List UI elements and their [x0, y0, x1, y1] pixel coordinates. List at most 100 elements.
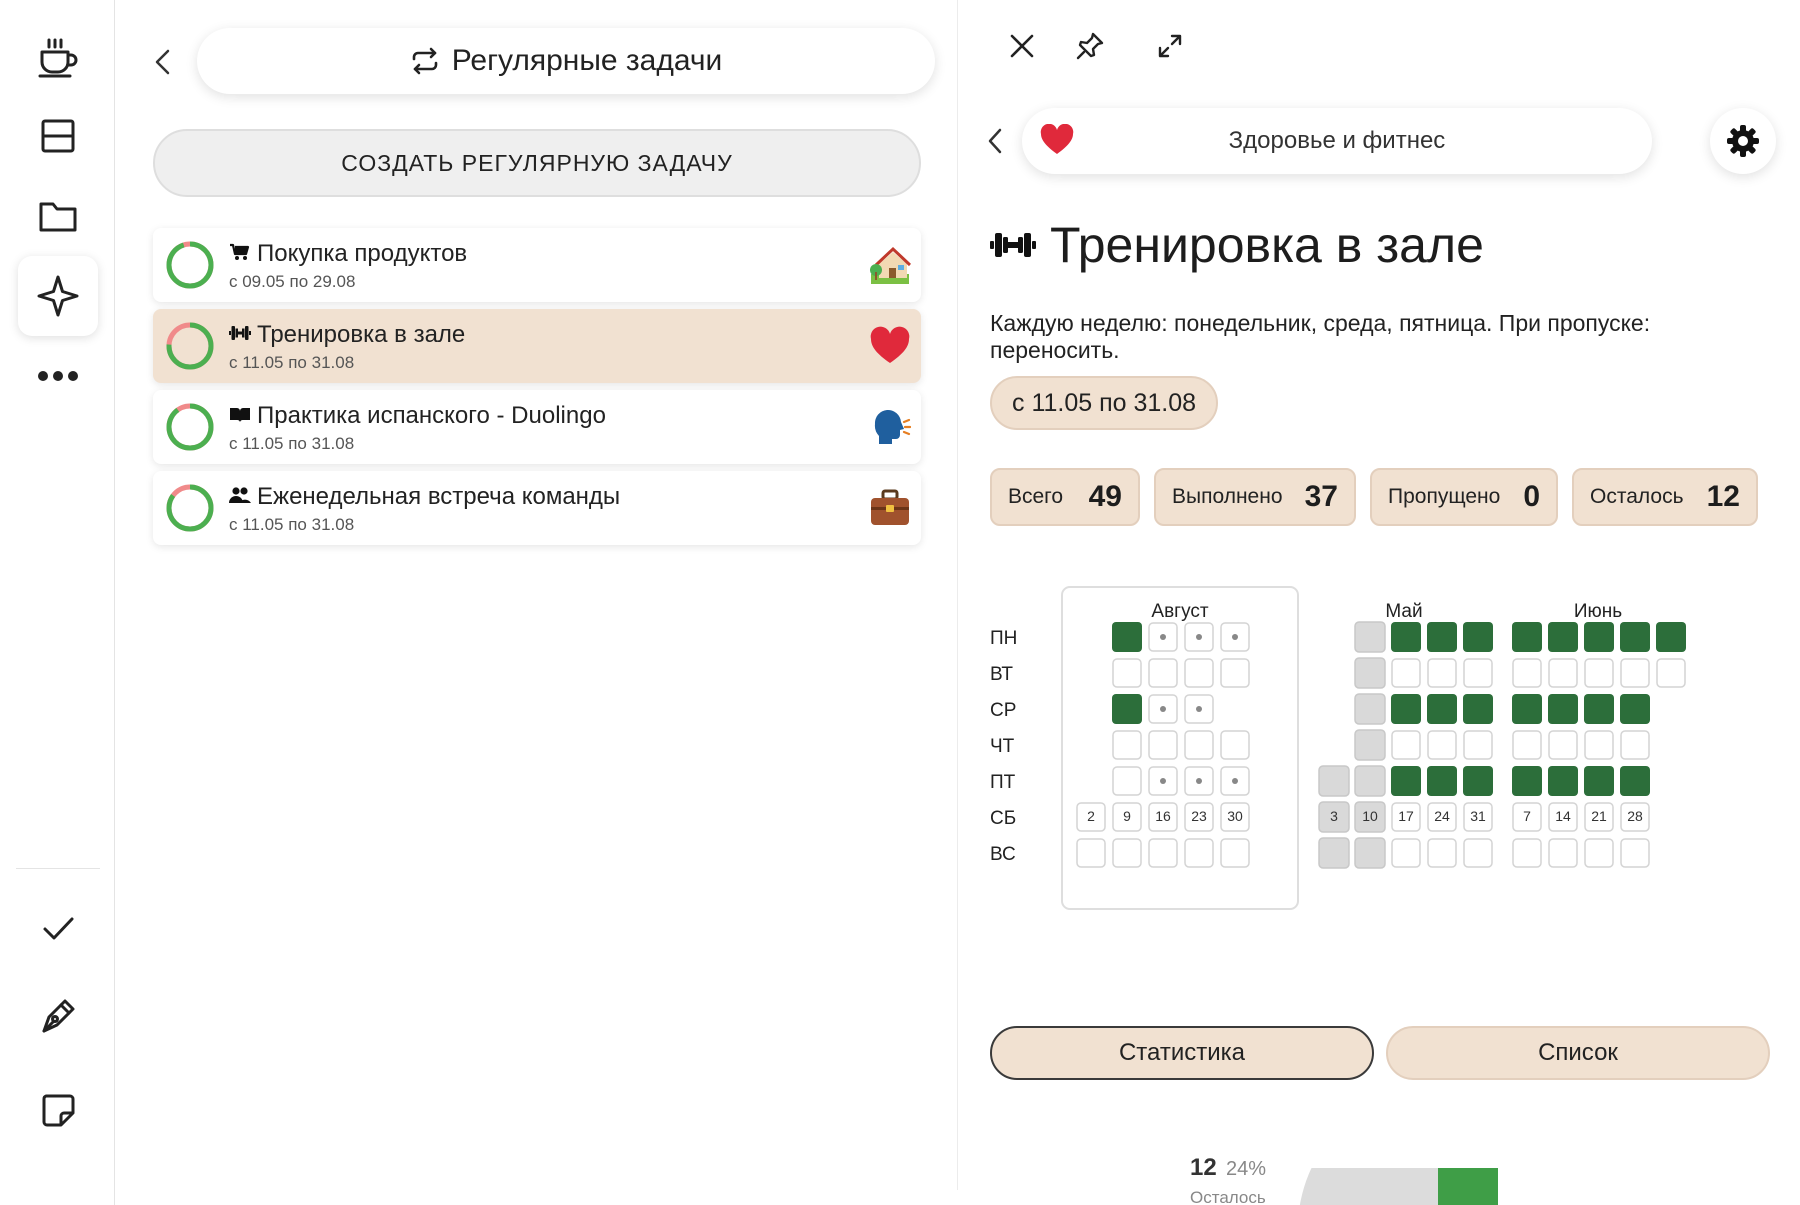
speaking-head-emoji-icon: [874, 409, 911, 444]
more-icon: [38, 371, 78, 381]
expand-button[interactable]: [1152, 28, 1188, 64]
day-cell-empty: [1548, 838, 1578, 868]
planned-dot: [1196, 634, 1202, 640]
repeat-icon: [412, 47, 437, 75]
rail-coffee-button[interactable]: [18, 18, 98, 98]
day-cell-past: [1318, 837, 1350, 869]
task-name-text: Покупка продуктов: [257, 240, 468, 267]
month-label: Май: [1385, 601, 1422, 622]
weekday-label: ЧТ: [990, 736, 1015, 757]
day-cell-done: [1427, 694, 1457, 724]
weekday-label: ВТ: [990, 664, 1013, 685]
day-cell-empty: [1391, 730, 1421, 760]
stat-label: Всего: [1008, 485, 1064, 508]
detail-back-button[interactable]: [980, 124, 1010, 158]
planned-dot: [1196, 778, 1202, 784]
progress-ring-icon: [166, 403, 214, 451]
back-button[interactable]: [143, 42, 183, 82]
week-label: 14: [1555, 808, 1571, 824]
navigation-rail: [0, 0, 115, 1205]
week-label: 2: [1087, 808, 1095, 824]
stat-skipped: Пропущено 0: [1370, 468, 1558, 526]
stat-completed: Выполнено 37: [1154, 468, 1356, 526]
list-button[interactable]: Список: [1386, 1026, 1770, 1080]
task-title-text: Тренировка в зале: [1050, 217, 1484, 273]
day-cell-done: [1620, 766, 1650, 796]
task-dates: с 11.05 по 31.08: [229, 353, 355, 372]
day-cell-done: [1112, 622, 1142, 652]
settings-button[interactable]: [1710, 108, 1776, 174]
task-name: Покупка продуктов: [229, 240, 467, 268]
stat-value: 12: [1706, 480, 1740, 513]
task-card[interactable]: Практика испанского - Duolingo с 11.05 по…: [153, 390, 921, 464]
planned-dot: [1232, 634, 1238, 640]
weekday-label: СР: [990, 700, 1016, 721]
day-cell-done: [1548, 766, 1578, 796]
week-label: 7: [1523, 808, 1531, 824]
stat-total: Всего 49: [990, 468, 1140, 526]
stat-label: Пропущено: [1388, 485, 1501, 508]
day-cell-done: [1548, 694, 1578, 724]
day-cell-done: [1548, 622, 1578, 652]
progress-ring-icon: [166, 241, 214, 289]
task-dates: с 09.05 по 29.08: [229, 272, 356, 291]
task-dates: с 11.05 по 31.08: [229, 434, 355, 453]
rail-pen-button[interactable]: [18, 976, 98, 1056]
rail-folder-button[interactable]: [18, 176, 98, 256]
chevron-left-icon: [988, 128, 1002, 154]
expand-icon: [1158, 34, 1182, 58]
stat-label: Осталось: [1590, 485, 1684, 508]
day-cell-empty: [1548, 730, 1578, 760]
day-cell-past: [1318, 765, 1350, 797]
page-title: Регулярные задачи: [451, 44, 723, 77]
week-label: 3: [1330, 808, 1338, 824]
rail-layout-button[interactable]: [18, 96, 98, 176]
month-label: Август: [1151, 601, 1208, 622]
create-regular-task-button[interactable]: СОЗДАТЬ РЕГУЛЯРНУЮ ЗАДАЧУ: [153, 129, 921, 197]
day-cell-empty: [1584, 730, 1614, 760]
close-button[interactable]: [1004, 28, 1040, 64]
task-name: Еженедельная встреча команды: [229, 483, 620, 511]
statistics-button[interactable]: Статистика: [990, 1026, 1374, 1080]
task-card[interactable]: Покупка продуктов с 09.05 по 29.08: [153, 228, 921, 302]
category-name: Здоровье и фитнес: [1228, 127, 1446, 154]
day-cell-empty: [1112, 838, 1142, 868]
book-icon: [229, 402, 251, 430]
task-card[interactable]: Еженедельная встреча команды с 11.05 по 3…: [153, 471, 921, 545]
pen-icon: [42, 999, 75, 1033]
rail-sticker-button[interactable]: [18, 1070, 98, 1150]
task-dates: с 11.05 по 31.08: [229, 515, 355, 534]
day-cell-done: [1427, 622, 1457, 652]
day-cell-empty: [1427, 730, 1457, 760]
day-cell-done: [1512, 622, 1542, 652]
day-cell-done: [1463, 766, 1493, 796]
rail-sparkle-button[interactable]: [18, 256, 98, 336]
pin-button[interactable]: [1072, 28, 1108, 64]
day-cell-empty: [1220, 658, 1250, 688]
dumbbell-icon: [990, 233, 1036, 257]
planned-dot: [1160, 778, 1166, 784]
rail-check-button[interactable]: [18, 888, 98, 968]
day-cell-done: [1512, 694, 1542, 724]
day-cell-empty: [1184, 658, 1214, 688]
day-cell-empty: [1512, 730, 1542, 760]
day-cell-done: [1391, 766, 1421, 796]
page-title-pill: Регулярные задачи: [197, 28, 935, 94]
task-card[interactable]: Тренировка в зале с 11.05 по 31.08: [153, 309, 921, 383]
day-cell-empty: [1620, 730, 1650, 760]
day-cell-empty: [1391, 838, 1421, 868]
day-cell-done: [1391, 694, 1421, 724]
gear-icon: [1727, 125, 1759, 157]
category-pill[interactable]: Здоровье и фитнес: [1022, 108, 1652, 174]
remaining-count: 12: [1190, 1154, 1217, 1181]
day-cell-done: [1112, 694, 1142, 724]
day-cell-empty: [1584, 658, 1614, 688]
weekday-label: ВС: [990, 844, 1016, 865]
day-cell-empty: [1463, 838, 1493, 868]
day-cell-empty: [1391, 658, 1421, 688]
weekday-label: ПН: [990, 628, 1017, 649]
planned-dot: [1160, 634, 1166, 640]
day-cell-past: [1354, 693, 1386, 725]
rail-more-button[interactable]: [18, 336, 98, 416]
date-range-chip: с 11.05 по 31.08: [990, 376, 1219, 430]
